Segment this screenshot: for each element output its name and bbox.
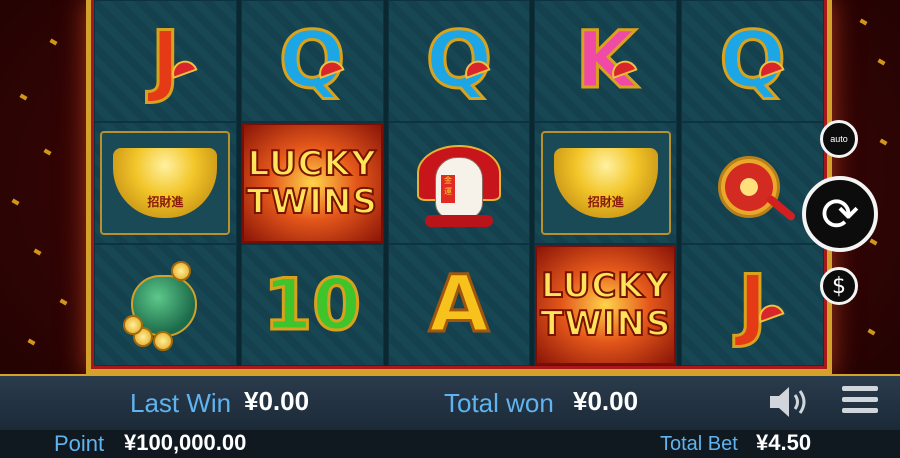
reel-3: Q 金運 A	[387, 0, 531, 366]
cat-sign-text: 金運	[440, 175, 455, 203]
reel-cell: Q	[240, 0, 384, 122]
ingot-text: 招財進	[587, 195, 624, 209]
lucky-twins-wild-symbol: LUCKY TWINS	[535, 245, 677, 365]
ingot-text: 招財進	[147, 195, 184, 209]
reel-2: Q LUCKY TWINS 10	[240, 0, 384, 366]
symbol-a: A	[427, 260, 490, 350]
wild-line-1: LUCKY	[247, 144, 377, 184]
wild-line-2: TWINS	[246, 182, 378, 222]
reel-cell: A	[387, 244, 531, 366]
point-value: ¥100,000.00	[124, 430, 247, 455]
spin-icon: ⟳	[820, 187, 860, 241]
autoplay-button[interactable]: auto	[820, 120, 858, 158]
reel-cell: Q	[681, 0, 824, 122]
reel-cell: 金運	[387, 122, 531, 244]
speaker-icon[interactable]	[768, 385, 814, 419]
reel-cell: 10	[240, 244, 384, 366]
reel-cell	[94, 244, 237, 366]
lucky-twins-wild-symbol: LUCKY TWINS	[241, 123, 383, 243]
bet-button[interactable]: $	[820, 267, 858, 305]
total-bet-value: ¥4.50	[756, 430, 812, 455]
reel-5: QJ	[681, 0, 824, 366]
reel-cell: 招財進	[94, 122, 237, 244]
total-bet-label: Total Bet	[660, 433, 738, 455]
spin-button[interactable]: ⟳	[802, 176, 878, 252]
total-won-value: ¥0.00	[573, 386, 639, 416]
reel-4: K 招財進 LUCKY TWINS	[534, 0, 678, 366]
hamburger-menu-icon[interactable]	[842, 386, 878, 418]
reel-cell: Q	[387, 0, 531, 122]
symbol-j: J	[149, 16, 181, 106]
money-bag-icon	[119, 257, 211, 353]
gold-ingot-symbol: 招財進	[100, 131, 231, 235]
reel-cell: J	[94, 0, 237, 122]
reel-cell: K	[534, 0, 678, 122]
medallion-icon	[708, 138, 798, 228]
reel-cell: J	[681, 244, 824, 366]
wild-line-1: LUCKY	[540, 266, 671, 306]
symbol-10: 10	[262, 264, 362, 346]
reel-cell: LUCKY TWINS	[534, 244, 678, 366]
ingot-icon: 招財進	[113, 148, 218, 218]
last-win-label: Last Win	[130, 388, 232, 418]
last-win-value: ¥0.00	[244, 386, 310, 416]
reel-cell: 招財進	[534, 122, 678, 244]
symbol-j: J	[737, 260, 769, 350]
reel-1: J 招財進	[94, 0, 237, 366]
reel-cell: LUCKY TWINS	[240, 122, 384, 244]
wild-line-2: TWINS	[539, 304, 672, 344]
ingot-icon: 招財進	[553, 148, 658, 218]
total-won-label: Total won	[444, 388, 554, 418]
lucky-cat-icon: 金運	[411, 135, 507, 231]
reel-grid: J 招財進 Q LUCKY TWINS 10 Q 金運 A K 招財進 LUCKY TWINS Q J	[94, 0, 824, 366]
reel-cell	[681, 122, 824, 244]
autoplay-label: auto	[830, 134, 848, 144]
gold-ingot-symbol: 招財進	[540, 131, 671, 235]
point-label: Point	[54, 431, 105, 456]
dollar-icon: $	[832, 273, 846, 299]
